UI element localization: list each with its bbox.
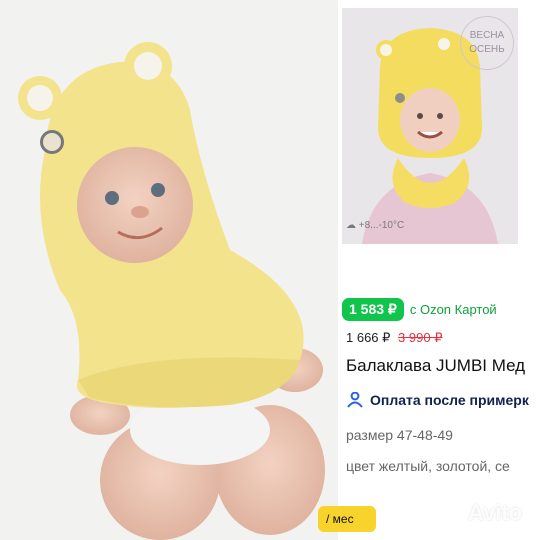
season-badge-line2: ОСЕНЬ	[469, 44, 505, 55]
temperature-range: ☁ +8...-10°C	[346, 220, 404, 231]
payment-after-fitting[interactable]: Оплата после примерк	[346, 392, 529, 408]
cloud-icon: ☁	[346, 220, 356, 231]
season-badge: ВЕСНА ОСЕНЬ	[460, 16, 514, 70]
price-regular: 1 666 ₽	[346, 330, 391, 345]
product-thumbnail[interactable]: ВЕСНА ОСЕНЬ ☁ +8...-10°C	[342, 8, 518, 244]
baby-doll-illustration	[18, 42, 325, 540]
price-old: 3 990 ₽	[398, 330, 443, 345]
temperature-label: +8...-10°C	[358, 220, 405, 231]
person-icon	[347, 392, 363, 408]
product-color: цвет желтый, золотой, се	[346, 458, 510, 474]
price-card: 1 583 ₽	[342, 298, 404, 321]
price-row: 1 583 ₽ с Ozon Картой	[342, 298, 497, 321]
season-badge-line1: ВЕСНА	[469, 30, 505, 41]
product-title[interactable]: Балаклава JUMBI Мед	[346, 356, 525, 376]
product-size: размер 47-48-49	[346, 427, 453, 443]
product-photo-main[interactable]	[0, 0, 338, 540]
avito-logo-icon	[437, 504, 460, 523]
avito-watermark: Avito	[434, 500, 522, 526]
price-regular-row: 1 666 ₽ 3 990 ₽	[346, 330, 442, 346]
avito-watermark-text: Avito	[468, 500, 523, 525]
card-price-note: с Ozon Картой	[409, 302, 497, 317]
product-card: ВЕСНА ОСЕНЬ ☁ +8...-10°C 1 583 ₽ с Ozon …	[338, 0, 540, 540]
payment-label: Оплата после примерк	[370, 392, 529, 408]
installment-pill[interactable]: / мес	[318, 506, 376, 532]
